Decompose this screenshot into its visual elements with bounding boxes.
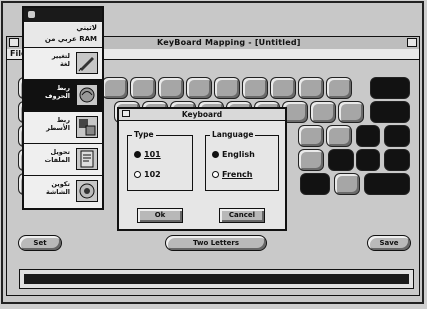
radio-label: 101 — [144, 150, 161, 159]
palette-item[interactable]: لتغيير لغة — [24, 48, 102, 80]
keyboard-key[interactable] — [298, 77, 324, 99]
keyboard-key[interactable] — [242, 77, 268, 99]
ok-button[interactable]: Ok — [137, 208, 183, 223]
keyboard-key[interactable] — [186, 77, 212, 99]
link-icon — [76, 116, 98, 138]
palette-item[interactable]: ربط الأسطر — [24, 112, 102, 144]
desktop: KeyBoard Mapping - [Untitled] File Set T… — [0, 0, 427, 309]
language-french-radio[interactable]: French — [212, 170, 252, 179]
palette-title: لاتيني عربي من RAM — [24, 23, 102, 48]
palette-item-label: تحويل الملفات — [44, 148, 70, 164]
radio-label: English — [222, 150, 255, 159]
palette-item-label: ربط الحروف — [45, 84, 70, 100]
keyboard-key-dark[interactable] — [356, 149, 380, 171]
file-icon — [76, 148, 98, 170]
language-group-legend: Language — [210, 130, 256, 139]
keyboard-key[interactable] — [270, 77, 296, 99]
keyboard-key-dark[interactable] — [370, 101, 410, 123]
type-102-radio[interactable]: 102 — [134, 170, 161, 179]
palette-item-label: تكوين الشاشة — [45, 180, 70, 196]
radio-empty-icon — [212, 171, 219, 178]
keyboard-key[interactable] — [338, 101, 364, 123]
keyboard-key-dark[interactable] — [356, 125, 380, 147]
keyboard-key[interactable] — [326, 77, 352, 99]
dialog-system-menu-icon[interactable] — [122, 110, 130, 117]
radio-label: 102 — [144, 170, 161, 179]
palette-item-selected[interactable]: ربط الحروف — [24, 80, 102, 112]
keyboard-key-dark[interactable] — [364, 173, 410, 195]
palette-item-label: لتغيير لغة — [51, 52, 70, 68]
language-english-radio[interactable]: English — [212, 150, 255, 159]
scrollbar[interactable] — [19, 269, 414, 289]
cancel-button[interactable]: Cancel — [219, 208, 265, 223]
keyboard-key[interactable] — [214, 77, 240, 99]
keyboard-key[interactable] — [334, 173, 360, 195]
dialog-title-bar[interactable]: Keyboard — [119, 109, 285, 121]
keyboard-key-dark[interactable] — [384, 125, 410, 147]
pen-icon — [76, 52, 98, 74]
palette-item-label: ربط الأسطر — [46, 116, 70, 132]
keyboard-key-dark[interactable] — [384, 149, 410, 171]
keyboard-key-dark[interactable] — [370, 77, 410, 99]
radio-selected-icon — [134, 151, 141, 158]
dialog-title: Keyboard — [181, 110, 223, 119]
palette-close-icon[interactable] — [28, 11, 35, 18]
keyboard-key[interactable] — [298, 149, 324, 171]
tool-palette: لاتيني عربي من RAM لتغيير لغة ربط الحروف… — [22, 6, 104, 210]
keyboard-dialog: Keyboard Type 101 102 Language English F… — [117, 107, 287, 231]
keyboard-key[interactable] — [102, 77, 128, 99]
palette-item[interactable]: تحويل الملفات — [24, 144, 102, 176]
window-title: KeyBoard Mapping - [Untitled] — [157, 38, 301, 47]
keyboard-key[interactable] — [310, 101, 336, 123]
radio-empty-icon — [134, 171, 141, 178]
keyboard-key[interactable] — [298, 125, 324, 147]
type-group: Type 101 102 — [127, 130, 193, 191]
map-icon — [76, 84, 98, 106]
system-menu-button[interactable] — [9, 38, 19, 47]
keyboard-key-dark[interactable] — [300, 173, 330, 195]
two-letters-button[interactable]: Two Letters — [165, 235, 267, 251]
radio-selected-icon — [212, 151, 219, 158]
scrollbar-track[interactable] — [24, 274, 409, 284]
radio-label: French — [222, 170, 253, 179]
keyboard-key[interactable] — [326, 125, 352, 147]
keyboard-key[interactable] — [158, 77, 184, 99]
palette-item[interactable]: تكوين الشاشة — [24, 176, 102, 207]
save-button[interactable]: Save — [367, 235, 411, 251]
keyboard-key[interactable] — [130, 77, 156, 99]
language-group: Language English French — [205, 130, 279, 191]
palette-header[interactable] — [24, 8, 102, 22]
set-button[interactable]: Set — [18, 235, 62, 251]
type-group-legend: Type — [132, 130, 156, 139]
keyboard-key-dark[interactable] — [328, 149, 354, 171]
screen-icon — [76, 180, 98, 202]
maximize-button[interactable] — [407, 38, 417, 47]
type-101-radio[interactable]: 101 — [134, 150, 161, 159]
